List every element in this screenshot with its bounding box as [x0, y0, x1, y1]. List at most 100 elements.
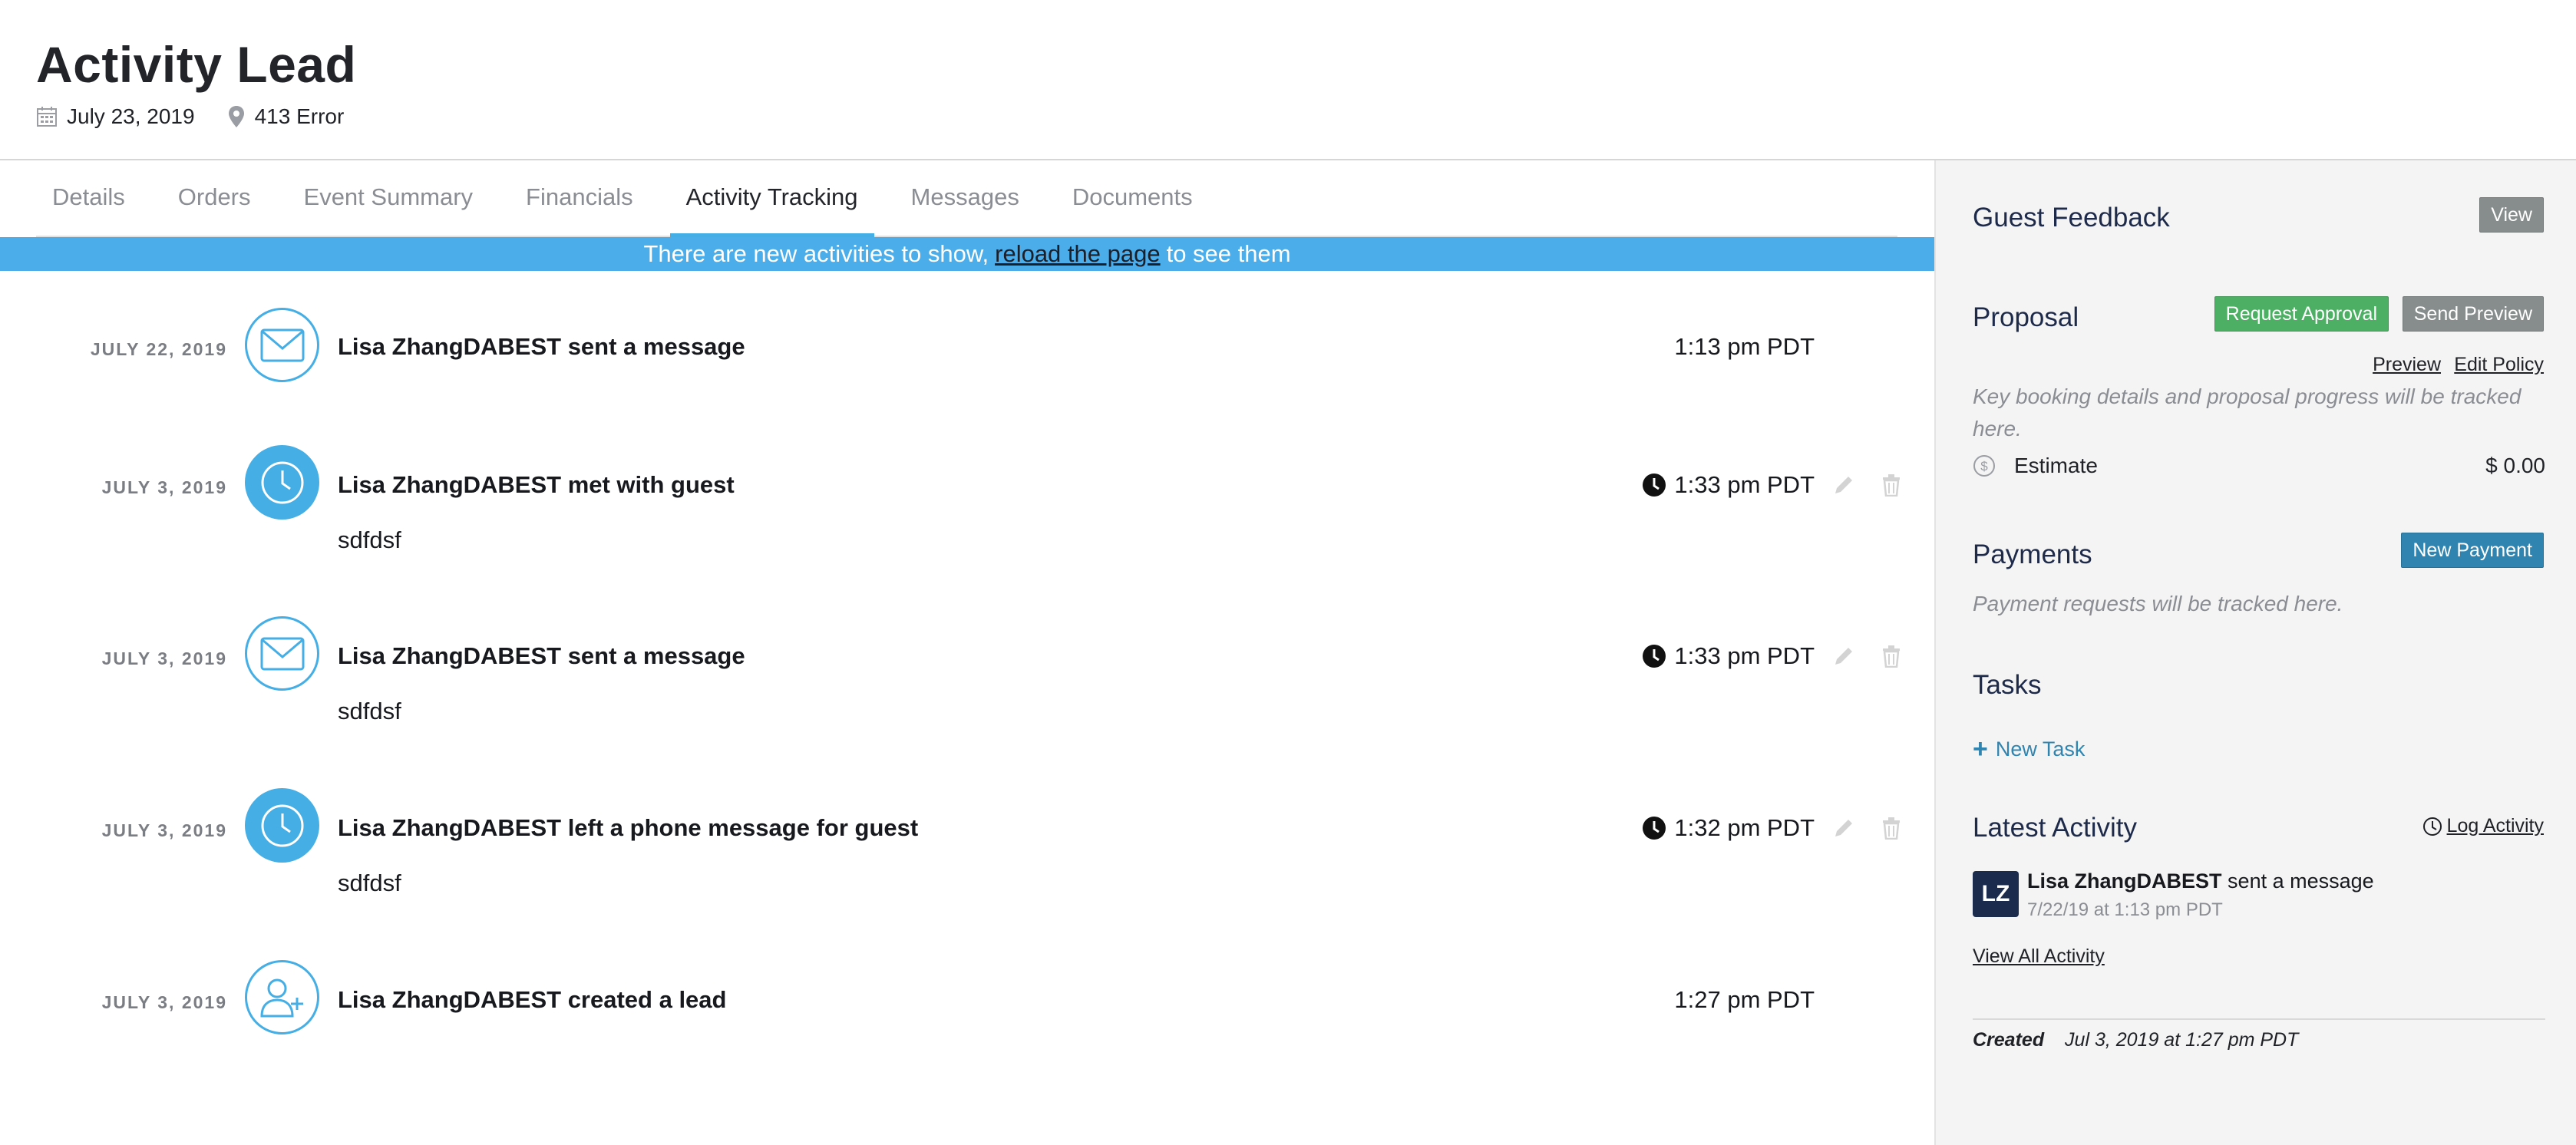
new-activity-banner: There are new activities to show, reload…: [0, 237, 1934, 271]
created-label: Created: [1973, 1029, 2045, 1051]
activity-date: JULY 3, 2019: [101, 648, 227, 668]
view-feedback-button[interactable]: View: [2479, 197, 2544, 233]
activity-date: JULY 3, 2019: [101, 820, 227, 840]
event-date: July 23, 2019: [36, 104, 195, 129]
activity-time: 1:33 pm PDT: [1642, 642, 1815, 670]
activity-date: JULY 3, 2019: [101, 992, 227, 1012]
svg-text:$: $: [1980, 459, 1988, 474]
payments-note: Payment requests will be tracked here.: [1973, 592, 2343, 615]
tab-documents[interactable]: Documents: [1056, 159, 1209, 236]
payments-heading: Payments: [1973, 540, 2092, 569]
lead-meta: July 23, 2019 413 Error: [36, 103, 376, 130]
tasks-heading: Tasks: [1973, 670, 2042, 700]
pencil-icon: [1835, 820, 1852, 836]
activity-time: 1:13 pm PDT: [1674, 333, 1815, 361]
clock-icon: [261, 461, 303, 503]
event-location: 413 Error: [227, 104, 345, 129]
banner-text-suffix: to see them: [1166, 240, 1291, 267]
divider: [1973, 1018, 2545, 1020]
activity-type-badge: [245, 308, 319, 382]
edit-activity-button[interactable]: [1831, 643, 1857, 669]
send-preview-button[interactable]: Send Preview: [2402, 296, 2544, 332]
new-task-button[interactable]: + New Task: [1973, 736, 2085, 762]
clock-filled-icon: [1643, 817, 1666, 840]
page-header: Activity Lead July 23, 2019 413 Error: [0, 0, 2576, 160]
activity-time-text: 1:33 pm PDT: [1674, 471, 1815, 498]
tab-messages[interactable]: Messages: [895, 159, 1035, 236]
preview-link[interactable]: Preview: [2373, 354, 2441, 376]
tab-financials[interactable]: Financials: [510, 159, 649, 236]
tab-activity-tracking[interactable]: Activity Tracking: [669, 159, 874, 237]
activity-time: 1:32 pm PDT: [1642, 814, 1815, 842]
activity-time-text: 1:33 pm PDT: [1674, 642, 1815, 669]
event-location-text: 413 Error: [254, 104, 345, 128]
activity-title: Lisa ZhangDABEST met with guest: [338, 471, 735, 498]
event-date-text: July 23, 2019: [67, 104, 195, 128]
activity-note: sdfdsf: [338, 869, 401, 896]
envelope-icon: [260, 328, 304, 361]
trash-icon: [1883, 645, 1900, 668]
activity-title: Lisa ZhangDABEST sent a message: [338, 333, 745, 360]
plus-icon: +: [1973, 734, 1988, 764]
new-payment-button[interactable]: New Payment: [2401, 533, 2544, 568]
banner-text-prefix: There are new activities to show,: [643, 240, 989, 267]
activity-type-badge: [245, 616, 319, 691]
tab-orders[interactable]: Orders: [162, 159, 267, 236]
activity-date: JULY 3, 2019: [101, 477, 227, 497]
latest-activity-summary: Lisa ZhangDABEST sent a message: [2027, 869, 2374, 893]
activity-date: JULY 22, 2019: [90, 339, 227, 359]
activity-type-badge: [245, 788, 319, 863]
activity-time: 1:33 pm PDT: [1642, 471, 1815, 499]
log-activity-button[interactable]: Log Activity: [2422, 815, 2544, 837]
request-approval-button[interactable]: Request Approval: [2214, 296, 2389, 332]
edit-policy-link[interactable]: Edit Policy: [2454, 354, 2544, 376]
created-info: Created Jul 3, 2019 at 1:27 pm PDT: [1973, 1029, 2298, 1051]
pencil-icon: [1835, 648, 1852, 665]
delete-activity-button[interactable]: [1878, 643, 1904, 669]
clock-outline-icon: [2422, 817, 2442, 836]
activity-title: Lisa ZhangDABEST sent a message: [338, 642, 745, 669]
clock-filled-icon: [1643, 474, 1666, 497]
new-task-label: New Task: [1995, 737, 2086, 761]
main-content: Details Orders Event Summary Financials …: [0, 160, 1934, 1145]
estimate-row: $ Estimate $ 0.00: [1973, 450, 2545, 481]
activity-type-badge: [245, 445, 319, 520]
activity-time-text: 1:32 pm PDT: [1674, 814, 1815, 841]
reload-page-link[interactable]: reload the page: [995, 240, 1160, 268]
trash-icon: [1883, 474, 1900, 497]
estimate-label: Estimate: [2014, 454, 2098, 477]
activity-note: sdfdsf: [338, 526, 401, 553]
estimate-value: $ 0.00: [2485, 454, 2545, 477]
activity-note: sdfdsf: [338, 698, 401, 724]
created-value: Jul 3, 2019 at 1:27 pm PDT: [2065, 1029, 2299, 1051]
page-title: Activity Lead: [36, 36, 357, 93]
envelope-icon: [260, 637, 304, 670]
latest-activity-heading: Latest Activity: [1973, 813, 2137, 843]
activity-title: Lisa ZhangDABEST left a phone message fo…: [338, 814, 919, 841]
tab-details[interactable]: Details: [36, 159, 141, 236]
delete-activity-button[interactable]: [1878, 815, 1904, 841]
view-all-activity-link[interactable]: View All Activity: [1973, 945, 2105, 968]
clock-icon: [261, 804, 303, 846]
pencil-icon: [1835, 477, 1852, 493]
delete-activity-button[interactable]: [1878, 472, 1904, 498]
edit-activity-button[interactable]: [1831, 472, 1857, 498]
activity-time: 1:27 pm PDT: [1674, 986, 1815, 1014]
tab-bar: Details Orders Event Summary Financials …: [36, 160, 1897, 237]
map-pin-icon: [228, 106, 244, 127]
lead-sidebar: Guest Feedback View Proposal Request App…: [1934, 160, 2576, 1145]
activity-time-text: 1:13 pm PDT: [1674, 333, 1815, 360]
trash-icon: [1883, 817, 1900, 840]
latest-activity-action: sent a message: [2228, 869, 2374, 893]
clock-filled-icon: [1643, 645, 1666, 668]
proposal-heading: Proposal: [1973, 302, 2079, 332]
tab-event-summary[interactable]: Event Summary: [288, 159, 490, 236]
activity-title: Lisa ZhangDABEST created a lead: [338, 986, 727, 1013]
add-user-icon: [259, 978, 303, 1017]
edit-activity-button[interactable]: [1831, 815, 1857, 841]
dollar-circle-icon: $: [1973, 455, 1995, 477]
proposal-note: Key booking details and proposal progres…: [1973, 384, 2522, 441]
guest-feedback-heading: Guest Feedback: [1973, 203, 2170, 233]
latest-activity-user: Lisa ZhangDABEST: [2027, 869, 2222, 893]
calendar-icon: [37, 107, 57, 127]
